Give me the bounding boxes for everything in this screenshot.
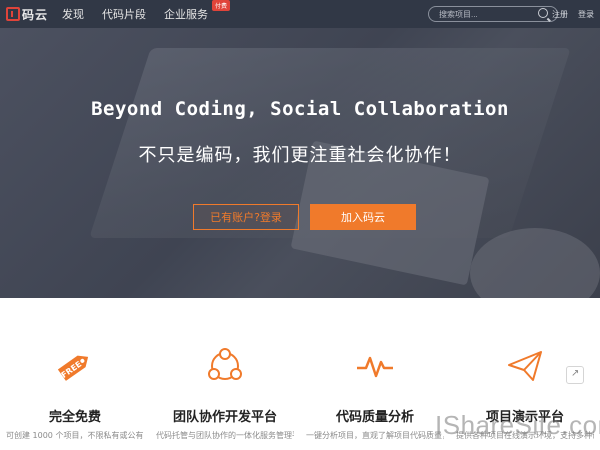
feature-title: 完全免费 <box>48 410 101 425</box>
hero-background-cup <box>470 228 600 298</box>
auth-links: 注册 登录 <box>552 0 594 28</box>
hero-banner: Beyond Coding, Social Collaboration 不只是编… <box>0 28 600 298</box>
logo[interactable]: 码云 <box>6 6 48 23</box>
pulse-icon <box>357 356 393 378</box>
hero-subtitle: 不只是编码，我们更注重社会化协作！ <box>138 145 462 166</box>
register-link[interactable]: 注册 <box>552 9 568 20</box>
nav-item-enterprise[interactable]: 企业服务 付费 <box>164 0 231 22</box>
feature-desc: 一键分析项目，直观了解项目代码质量，支持Sonar，代码安全卫士 <box>306 431 444 440</box>
hero-title: Beyond Coding, Social Collaboration <box>91 98 509 120</box>
feature-free: FREE 完全免费 可创建 1000 个项目，不限私有或公有，支持 SSH、HT… <box>0 298 150 450</box>
nav-item-snippets[interactable]: 代码片段 <box>102 6 146 22</box>
login-link[interactable]: 登录 <box>578 9 594 20</box>
feature-quality: 代码质量分析 一键分析项目，直观了解项目代码质量，支持Sonar，代码安全卫士 <box>300 298 450 450</box>
logo-icon <box>6 7 20 21</box>
login-button[interactable]: 已有账户?登录 <box>193 204 299 230</box>
feature-title: 团队协作开发平台 <box>172 410 277 425</box>
watermark: IShareSite.com <box>435 410 600 440</box>
nav-item-discover[interactable]: 发现 <box>62 6 84 22</box>
logo-text: 码云 <box>22 7 49 22</box>
feature-desc: 可创建 1000 个项目，不限私有或公有，支持 SSH、HTTP 和 SVN <box>6 431 144 440</box>
join-button[interactable]: 加入码云 <box>310 204 416 230</box>
free-tag-icon: FREE <box>57 355 89 381</box>
share-icon[interactable] <box>566 366 584 384</box>
feature-title: 代码质量分析 <box>335 410 414 425</box>
feature-desc: 代码托管与团队协作的一体化服务管理平台，轻松管理项目和团队 <box>156 431 294 440</box>
team-network-icon <box>208 348 242 380</box>
feature-team: 团队协作开发平台 代码托管与团队协作的一体化服务管理平台，轻松管理项目和团队 <box>150 298 300 450</box>
search-icon[interactable] <box>538 8 548 18</box>
paper-plane-icon <box>508 351 542 381</box>
paid-badge: 付费 <box>212 0 231 11</box>
nav-item-enterprise-label: 企业服务 <box>164 8 209 21</box>
page: 码云 发现 代码片段 企业服务 付费 注册 登录 Beyond Coding, … <box>0 0 600 450</box>
